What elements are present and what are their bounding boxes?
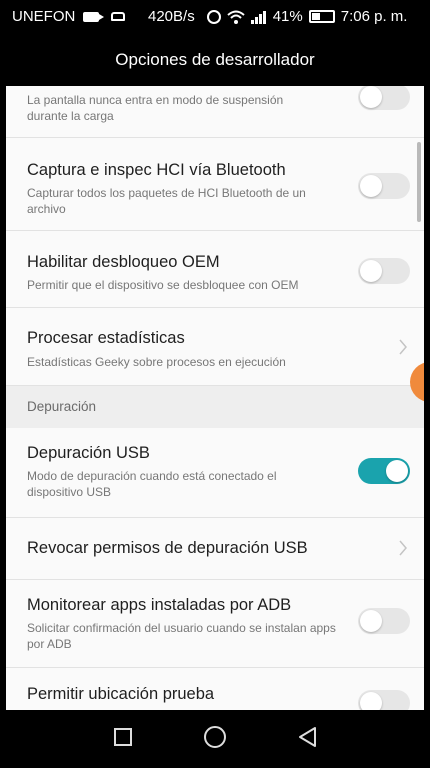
chevron-right-icon [399,540,407,556]
status-bar: UNEFON 420B/s 41% 7:06 p. m. [6,0,424,34]
usb-debugging-toggle[interactable] [358,458,410,484]
setting-title: Revocar permisos de depuración USB [27,539,308,557]
verify-adb-apps-toggle[interactable] [358,608,410,634]
oem-unlock-toggle[interactable] [358,258,410,284]
home-icon[interactable] [204,726,226,748]
navigation-bar [6,710,424,768]
section-header-debugging: Depuración [6,386,424,428]
setting-revoke-usb[interactable]: Revocar permisos de depuración USB [6,518,424,580]
settings-list[interactable]: La pantalla nunca entra en modo de suspe… [6,86,424,710]
setting-process-stats[interactable]: Procesar estadísticas Estadísticas Geeky… [6,308,424,386]
setting-subtitle: La pantalla nunca entra en modo de suspe… [27,93,284,123]
network-speed: 420B/s [148,8,195,25]
setting-title: Habilitar desbloqueo OEM [27,253,220,271]
setting-subtitle: Solicitar confirmación del usuario cuand… [27,621,336,651]
hci-snoop-toggle[interactable] [358,173,410,199]
mock-location-toggle[interactable] [358,690,410,710]
setting-subtitle: Modo de depuración cuando está conectado… [27,469,277,499]
app-bar: Opciones de desarrollador [6,34,424,86]
recents-icon[interactable] [114,728,132,746]
chevron-right-icon [399,339,407,355]
back-icon[interactable] [297,726,319,748]
signal-icon [250,10,267,24]
setting-title: Permitir ubicación prueba [27,685,215,703]
setting-usb-debugging[interactable]: Depuración USB Modo de depuración cuando… [6,428,424,518]
setting-hci-snoop[interactable]: Captura e inspec HCI vía Bluetooth Captu… [6,138,424,231]
setting-title: Procesar estadísticas [27,329,185,347]
battery-percent: 41% [272,8,303,25]
setting-stay-awake[interactable]: La pantalla nunca entra en modo de suspe… [6,86,424,138]
screen: UNEFON 420B/s 41% 7:06 p. m. Opciones de… [6,0,424,768]
setting-subtitle: Capturar todos los paquetes de HCI Bluet… [27,186,306,216]
video-camera-icon [83,11,105,22]
setting-subtitle: Estadísticas Geeky sobre procesos en eje… [27,355,286,369]
alarm-icon [206,9,221,24]
section-label: Depuración [27,399,97,414]
scrollbar[interactable] [417,142,421,222]
stay-awake-toggle[interactable] [358,86,410,110]
setting-oem-unlock[interactable]: Habilitar desbloqueo OEM Permitir que el… [6,231,424,308]
clock: 7:06 p. m. [340,8,408,25]
setting-title: Captura e inspec HCI vía Bluetooth [27,161,286,179]
carrier-label: UNEFON [12,8,76,25]
setting-mock-location[interactable]: Permitir ubicación prueba [6,668,424,710]
battery-icon [308,10,335,23]
page-title: Opciones de desarrollador [115,50,315,69]
setting-title: Monitorear apps instaladas por ADB [27,596,292,614]
setting-title: Depuración USB [27,444,150,462]
wifi-icon [227,10,245,24]
setting-subtitle: Permitir que el dispositivo se desbloque… [27,278,299,292]
setting-verify-adb-apps[interactable]: Monitorear apps instaladas por ADB Solic… [6,580,424,668]
car-icon [111,12,126,21]
